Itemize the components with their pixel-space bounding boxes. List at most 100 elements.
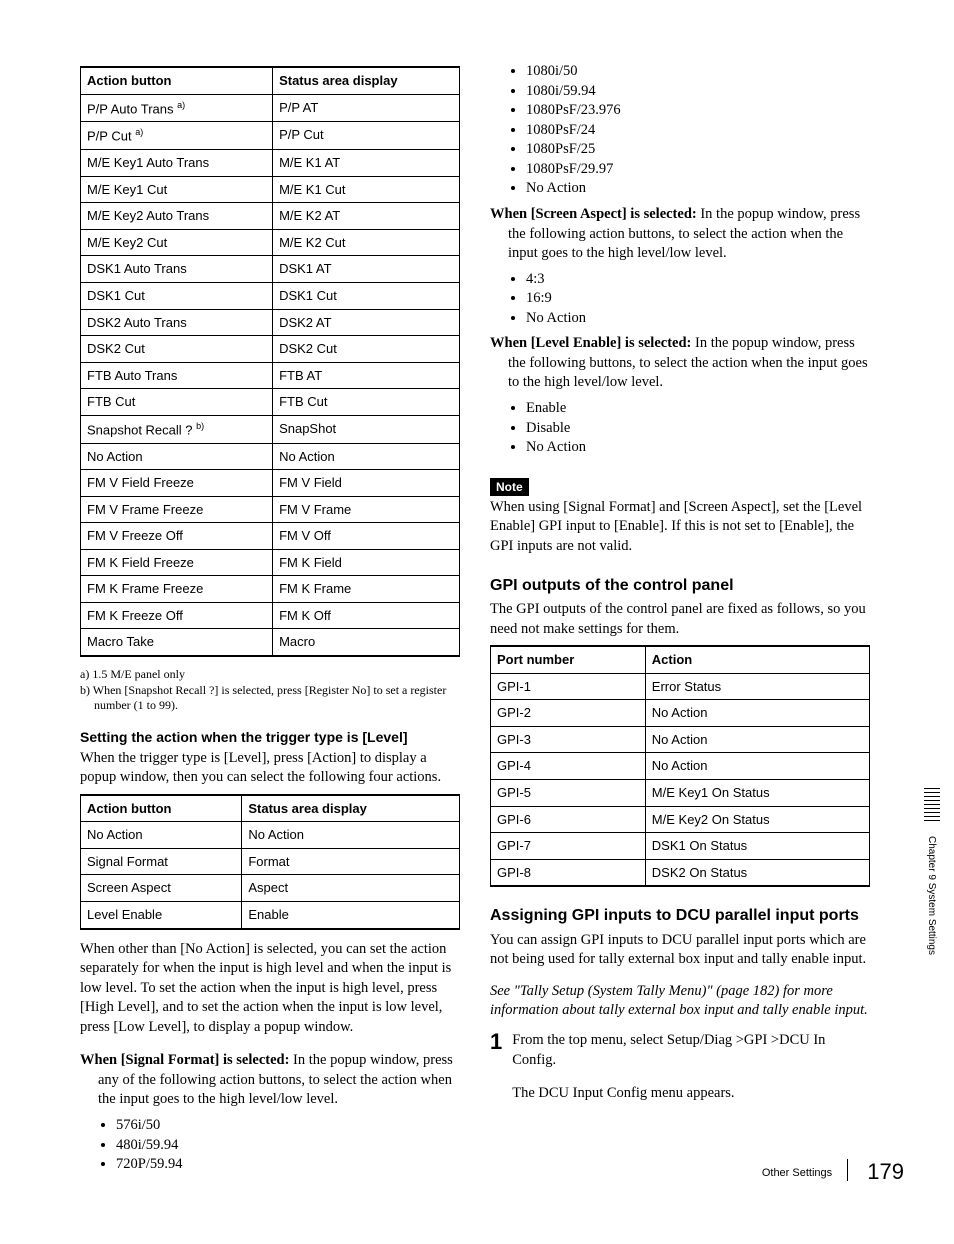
table-cell: No Action <box>645 753 869 780</box>
th: Action <box>645 646 869 673</box>
table-cell: Snapshot Recall ? b) <box>81 415 273 443</box>
list-item: No Action <box>526 179 870 199</box>
table-cell: M/E Key2 On Status <box>645 806 869 833</box>
table-cell: FM V Field Freeze <box>81 470 273 497</box>
list-item: Enable <box>526 399 870 419</box>
footnotes: a) 1.5 M/E panel only b) When [Snapshot … <box>80 667 460 714</box>
table-cell: P/P Cut <box>273 122 460 150</box>
table-cell: No Action <box>273 443 460 470</box>
table-cell: FM K Frame <box>273 576 460 603</box>
step-line: From the top menu, select Setup/Diag >GP… <box>512 1031 870 1070</box>
signal-format-list-left: 576i/50480i/59.94720P/59.94 <box>116 1116 460 1175</box>
table-cell: P/P AT <box>273 94 460 122</box>
see-reference: See "Tally Setup (System Tally Menu)" (p… <box>490 982 870 1021</box>
th: Status area display <box>273 67 460 94</box>
table-cell: Signal Format <box>81 848 242 875</box>
paragraph: When other than [No Action] is selected,… <box>80 940 460 1038</box>
table-cell: Macro <box>273 629 460 656</box>
paragraph: You can assign GPI inputs to DCU paralle… <box>490 931 870 970</box>
when-level-enable: When [Level Enable] is selected: In the … <box>490 334 870 393</box>
chapter-caption: Chapter 9 System Settings <box>925 836 939 955</box>
signal-format-list-right: 1080i/501080i/59.941080PsF/23.9761080PsF… <box>526 62 870 199</box>
note-body: When using [Signal Format] and [Screen A… <box>490 498 870 557</box>
th: Action button <box>81 67 273 94</box>
table-cell: FM K Field Freeze <box>81 549 273 576</box>
list-item: 4:3 <box>526 270 870 290</box>
list-item: 1080i/50 <box>526 62 870 82</box>
table-cell: M/E K1 Cut <box>273 176 460 203</box>
list-item: 1080PsF/24 <box>526 121 870 141</box>
table-cell: GPI-5 <box>491 780 646 807</box>
table-cell: DSK1 On Status <box>645 833 869 860</box>
table-cell: M/E Key1 On Status <box>645 780 869 807</box>
paragraph: When the trigger type is [Level], press … <box>80 749 460 788</box>
table-cell: M/E Key2 Auto Trans <box>81 203 273 230</box>
list-item: 576i/50 <box>116 1116 460 1136</box>
table-cell: FM V Off <box>273 523 460 550</box>
table-cell: DSK1 Cut <box>273 283 460 310</box>
list-item: 16:9 <box>526 289 870 309</box>
list-item: No Action <box>526 438 870 458</box>
level-enable-list: EnableDisableNo Action <box>526 399 870 458</box>
table-cell: FM K Field <box>273 549 460 576</box>
table-cell: SnapShot <box>273 415 460 443</box>
table-cell: GPI-2 <box>491 700 646 727</box>
table-cell: DSK1 Cut <box>81 283 273 310</box>
lead: When [Screen Aspect] is selected: <box>490 206 697 222</box>
th: Action button <box>81 795 242 822</box>
list-item: 480i/59.94 <box>116 1136 460 1156</box>
table-cell: DSK2 AT <box>273 309 460 336</box>
table-cell: FM K Frame Freeze <box>81 576 273 603</box>
footer-section: Other Settings <box>762 1167 832 1179</box>
table-cell: M/E Key2 Cut <box>81 229 273 256</box>
step-1: 1 From the top menu, select Setup/Diag >… <box>490 1031 870 1104</box>
table-cell: No Action <box>645 726 869 753</box>
table-cell: No Action <box>81 822 242 849</box>
table-cell: FM V Frame Freeze <box>81 496 273 523</box>
table-cell: GPI-6 <box>491 806 646 833</box>
table-cell: DSK1 Auto Trans <box>81 256 273 283</box>
heading-gpi-outputs: GPI outputs of the control panel <box>490 575 870 597</box>
table-cell: GPI-4 <box>491 753 646 780</box>
table-cell: FM K Off <box>273 602 460 629</box>
th: Status area display <box>242 795 460 822</box>
table-cell: FTB Cut <box>273 389 460 416</box>
table-cell: M/E K1 AT <box>273 150 460 177</box>
table-cell: FTB Auto Trans <box>81 362 273 389</box>
table-cell: DSK2 Cut <box>81 336 273 363</box>
table-cell: FM K Freeze Off <box>81 602 273 629</box>
list-item: 720P/59.94 <box>116 1155 460 1175</box>
table-cell: Enable <box>242 902 460 929</box>
heading-dcu-assign: Assigning GPI inputs to DCU parallel inp… <box>490 905 870 927</box>
table-cell: Macro Take <box>81 629 273 656</box>
th: Port number <box>491 646 646 673</box>
right-column: 1080i/501080i/59.941080PsF/23.9761080PsF… <box>490 60 870 1181</box>
note-badge: Note <box>490 478 529 496</box>
page-footer: Other Settings 179 <box>762 1157 904 1187</box>
table-cell: Aspect <box>242 875 460 902</box>
table-cell: DSK2 On Status <box>645 859 869 886</box>
list-item: No Action <box>526 309 870 329</box>
table-action-status-2: Action button Status area display No Act… <box>80 794 460 930</box>
table-cell: GPI-1 <box>491 673 646 700</box>
lead: When [Level Enable] is selected: <box>490 335 691 351</box>
table-cell: M/E K2 AT <box>273 203 460 230</box>
lead: When [Signal Format] is selected: <box>80 1052 289 1068</box>
table-cell: P/P Auto Trans a) <box>81 94 273 122</box>
table-cell: DSK2 Auto Trans <box>81 309 273 336</box>
table-cell: No Action <box>242 822 460 849</box>
page-number: 179 <box>867 1159 904 1184</box>
footer-divider <box>847 1159 848 1181</box>
step-number: 1 <box>490 1031 502 1104</box>
table-cell: P/P Cut a) <box>81 122 273 150</box>
table-cell: FTB Cut <box>81 389 273 416</box>
table-action-status-1: Action button Status area display P/P Au… <box>80 66 460 657</box>
table-cell: FTB AT <box>273 362 460 389</box>
when-screen-aspect: When [Screen Aspect] is selected: In the… <box>490 205 870 264</box>
table-cell: FM V Frame <box>273 496 460 523</box>
list-item: 1080PsF/23.976 <box>526 101 870 121</box>
screen-aspect-list: 4:316:9No Action <box>526 270 870 329</box>
table-gpi-outputs: Port number Action GPI-1Error StatusGPI-… <box>490 645 870 887</box>
list-item: 1080PsF/29.97 <box>526 160 870 180</box>
paragraph: The GPI outputs of the control panel are… <box>490 600 870 639</box>
